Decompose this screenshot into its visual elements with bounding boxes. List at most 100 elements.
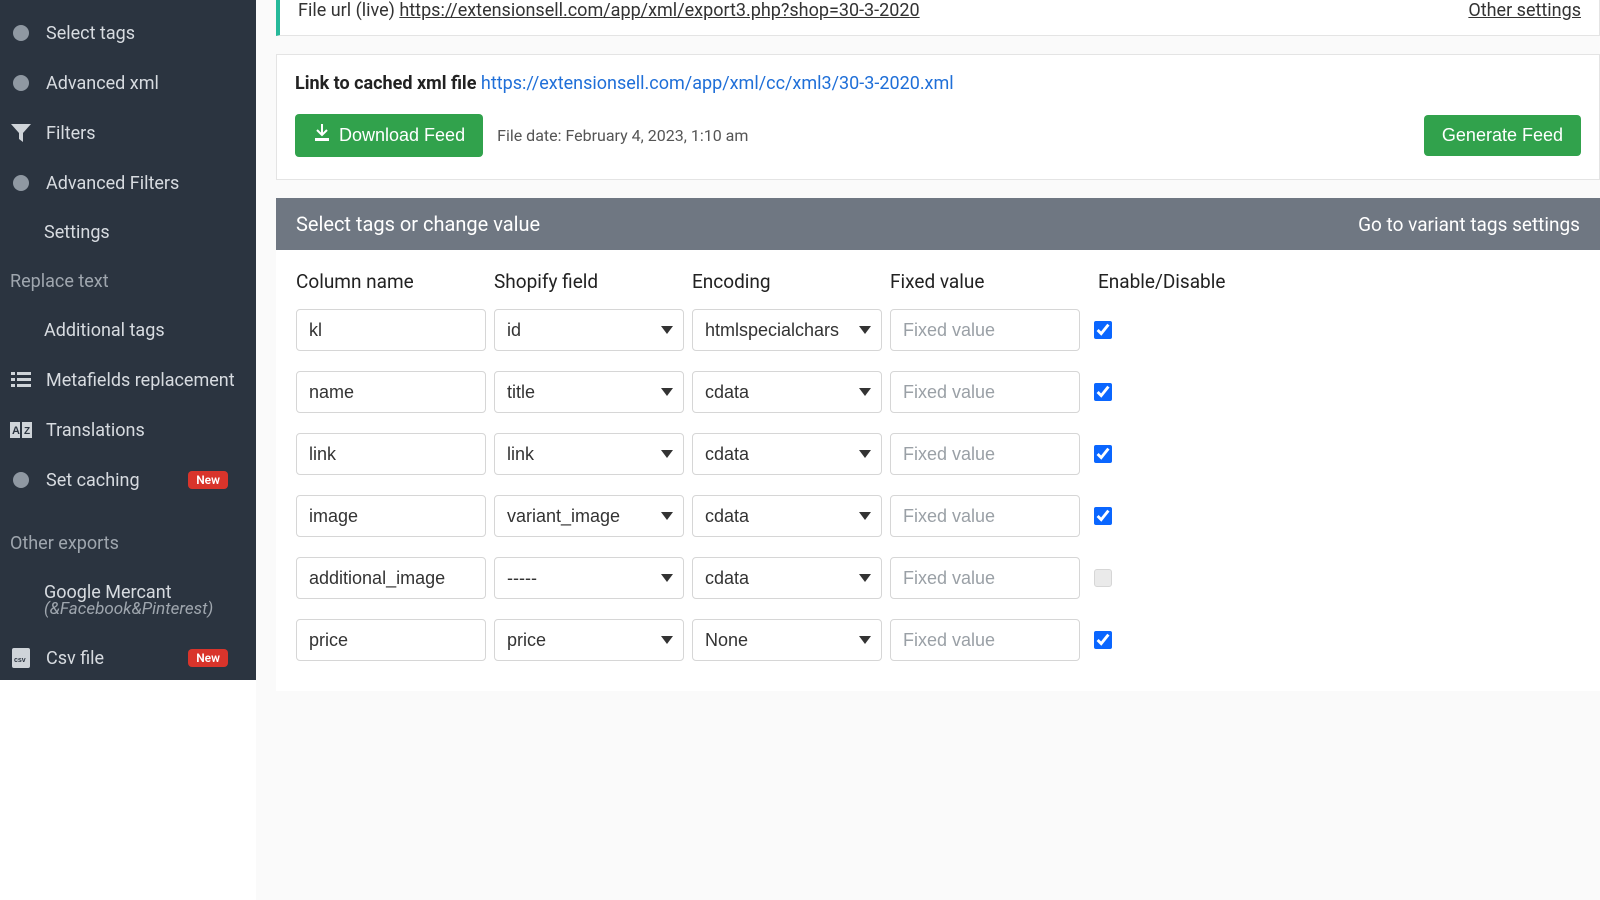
file-url-link[interactable]: https://extensionsell.com/app/xml/export… [399,0,919,21]
sidebar-item-metafields-replacement[interactable]: Metafields replacement [0,355,256,405]
cached-file-label: Link to cached xml file [295,73,481,94]
fixed-value-input[interactable] [890,495,1080,537]
table-row: price None [296,619,1580,661]
shopify-field-select[interactable]: variant_image [494,495,684,537]
column-name-input[interactable] [296,619,486,661]
section-title: Select tags or change value [296,212,540,236]
other-settings-link[interactable]: Other settings [1468,0,1581,21]
sidebar-item-set-caching[interactable]: Set caching New [0,455,256,505]
sidebar: Select tags Advanced xml Filters Advance… [0,0,256,680]
column-name-input[interactable] [296,495,486,537]
th-fixed-value: Fixed value [890,270,1080,293]
tags-table: Column name Shopify field Encoding Fixed… [276,250,1600,691]
encoding-select[interactable]: cdata [692,433,882,475]
enable-checkbox[interactable] [1094,321,1112,339]
sidebar-item-filters[interactable]: Filters [0,108,256,158]
download-feed-button[interactable]: Download Feed [295,114,483,157]
th-enable-disable: Enable/Disable [1088,270,1580,293]
sidebar-item-additional-tags[interactable]: Additional tags [0,306,256,355]
column-name-input[interactable] [296,557,486,599]
table-row: link cdata [296,433,1580,475]
sidebar-item-label: Select tags [46,23,135,44]
sidebar-item-label: Csv file [46,648,104,669]
generate-feed-label: Generate Feed [1442,125,1563,146]
cached-file-box: Link to cached xml file https://extensio… [276,54,1600,180]
circle-icon [10,172,32,194]
sidebar-heading-other-exports: Other exports [0,519,256,568]
table-row: variant_image cdata [296,495,1580,537]
translate-icon: AZ [10,419,32,441]
sidebar-item-label: Set caching [46,470,140,491]
enable-checkbox[interactable] [1094,445,1112,463]
sidebar-item-label: Additional tags [44,320,165,341]
new-badge: New [188,471,228,489]
enable-checkbox[interactable] [1094,631,1112,649]
th-shopify-field: Shopify field [494,270,684,293]
sidebar-item-label: Metafields replacement [46,370,235,391]
th-column-name: Column name [296,270,486,293]
sidebar-item-label: Advanced xml [46,73,159,94]
shopify-field-select[interactable]: price [494,619,684,661]
sidebar-item-label: Settings [44,222,110,243]
th-encoding: Encoding [692,270,882,293]
sidebar-item-csv-file[interactable]: csv Csv file New [0,633,256,680]
enable-checkbox[interactable] [1094,383,1112,401]
sidebar-item-label: Translations [46,420,145,441]
new-badge: New [188,649,228,667]
shopify-field-select[interactable]: title [494,371,684,413]
file-url-line: File url (live) https://extensionsell.co… [298,0,920,21]
sidebar-item-advanced-filters[interactable]: Advanced Filters [0,158,256,208]
sidebar-item-advanced-xml[interactable]: Advanced xml [0,58,256,108]
encoding-select[interactable]: None [692,619,882,661]
sidebar-heading-replace-text: Replace text [0,257,256,306]
fixed-value-input[interactable] [890,309,1080,351]
fixed-value-input[interactable] [890,557,1080,599]
sidebar-item-label: Filters [46,123,96,144]
table-row: id htmlspecialchars [296,309,1580,351]
encoding-select[interactable]: cdata [692,557,882,599]
table-header-row: Column name Shopify field Encoding Fixed… [296,270,1580,293]
circle-icon [10,469,32,491]
table-row: ----- cdata [296,557,1580,599]
fixed-value-input[interactable] [890,371,1080,413]
cache-actions-row: Download Feed File date: February 4, 202… [295,114,1581,157]
sidebar-item-settings[interactable]: Settings [0,208,256,257]
fixed-value-input[interactable] [890,619,1080,661]
svg-text:csv: csv [14,657,26,664]
svg-text:Z: Z [24,426,30,437]
cached-file-line: Link to cached xml file https://extensio… [295,73,1581,94]
file-url-bar: File url (live) https://extensionsell.co… [276,0,1600,36]
column-name-input[interactable] [296,309,486,351]
shopify-field-select[interactable]: ----- [494,557,684,599]
column-name-input[interactable] [296,371,486,413]
circle-icon [10,22,32,44]
list-icon [10,369,32,391]
table-row: title cdata [296,371,1580,413]
sidebar-item-google-mercant-sub: (&Facebook&Pinterest) [0,599,256,633]
encoding-select[interactable]: cdata [692,371,882,413]
cached-file-link[interactable]: https://extensionsell.com/app/xml/cc/xml… [481,73,954,94]
shopify-field-select[interactable]: link [494,433,684,475]
main-content: File url (live) https://extensionsell.co… [256,0,1600,900]
encoding-select[interactable]: htmlspecialchars [692,309,882,351]
sidebar-item-translations[interactable]: AZ Translations [0,405,256,455]
enable-checkbox[interactable] [1094,569,1112,587]
enable-checkbox[interactable] [1094,507,1112,525]
shopify-field-select[interactable]: id [494,309,684,351]
file-url-label: File url (live) [298,0,399,21]
sidebar-item-select-tags[interactable]: Select tags [0,8,256,58]
generate-feed-button[interactable]: Generate Feed [1424,115,1581,156]
svg-text:A: A [12,425,20,437]
download-icon [313,124,331,147]
download-feed-label: Download Feed [339,125,465,146]
fixed-value-input[interactable] [890,433,1080,475]
sidebar-item-label: Advanced Filters [46,173,179,194]
circle-icon [10,72,32,94]
variant-tags-link[interactable]: Go to variant tags settings [1358,213,1580,236]
column-name-input[interactable] [296,433,486,475]
encoding-select[interactable]: cdata [692,495,882,537]
section-header: Select tags or change value Go to varian… [276,198,1600,250]
filter-icon [10,122,32,144]
file-date-text: File date: February 4, 2023, 1:10 am [497,126,748,145]
csv-file-icon: csv [10,647,32,669]
